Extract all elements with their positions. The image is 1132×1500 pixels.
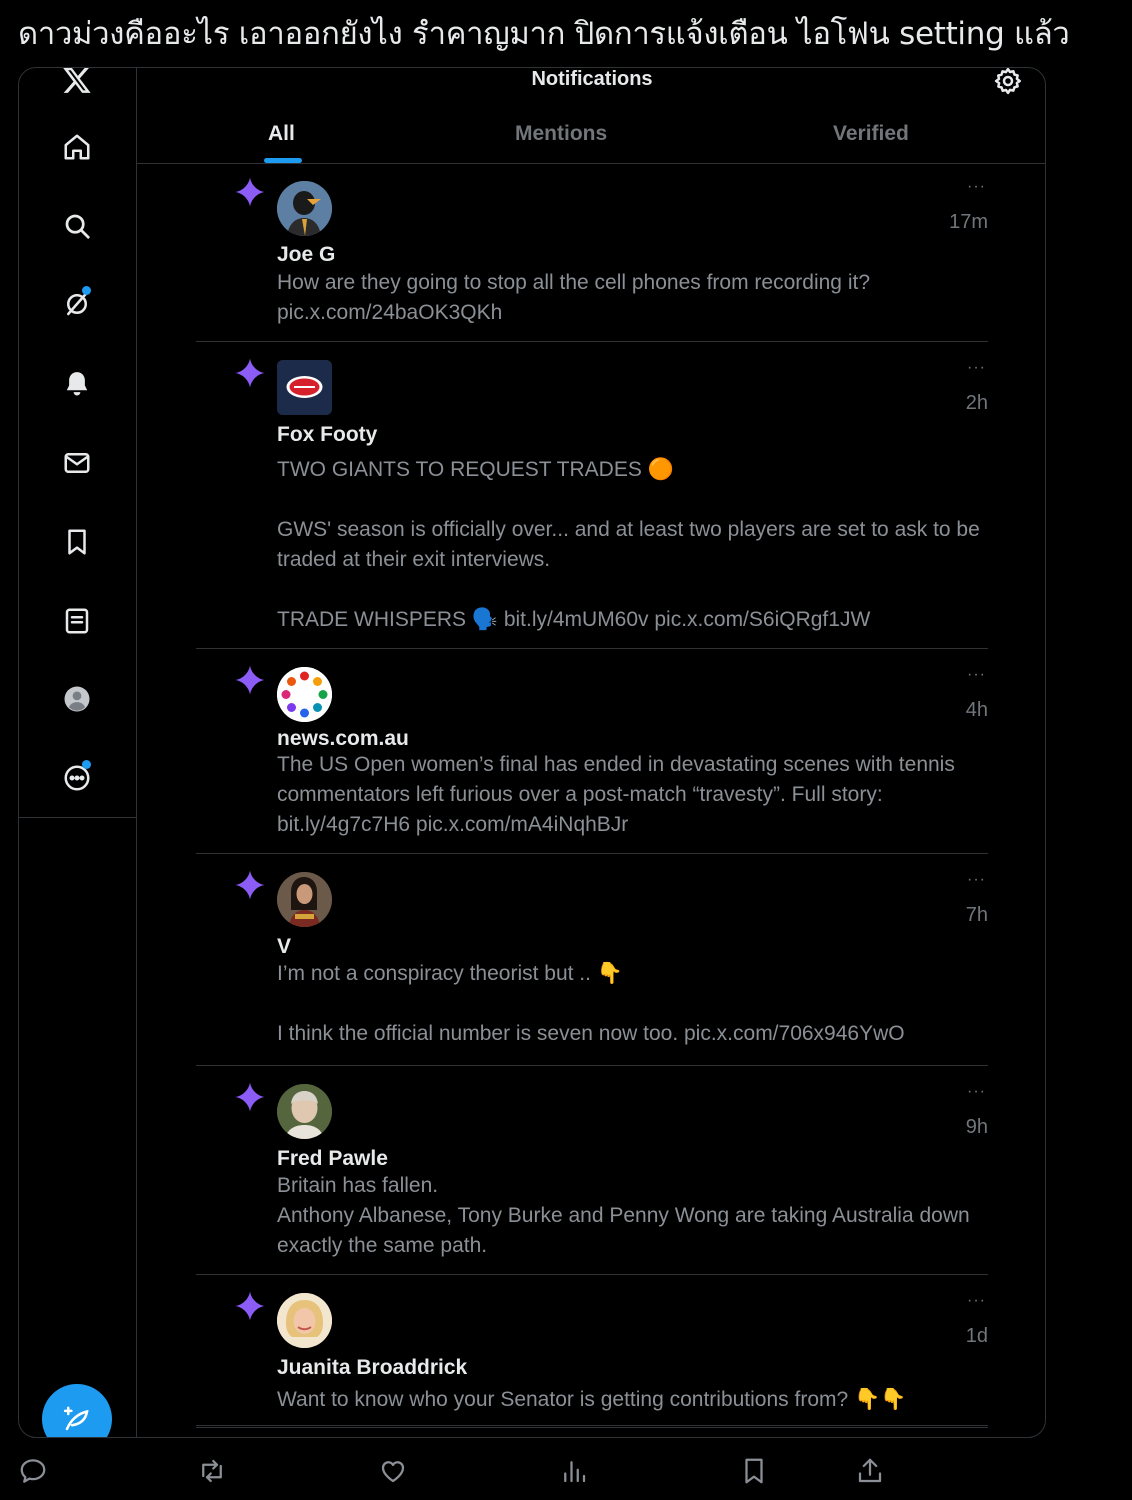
notification-text: Want to know who your Senator is getting…: [277, 1388, 907, 1411]
search-icon[interactable]: [57, 206, 97, 246]
x-logo-icon[interactable]: [57, 68, 97, 100]
tab-active-indicator: [264, 158, 302, 163]
more-options-icon[interactable]: ···: [967, 871, 986, 889]
avatar[interactable]: [277, 360, 332, 415]
repost-icon[interactable]: [197, 1456, 231, 1490]
notification-item[interactable]: ··· 7h V I’m not a conspiracy theorist b…: [196, 855, 988, 1066]
timestamp: 9h: [965, 1116, 988, 1138]
notifications-icon[interactable]: [57, 364, 97, 404]
timestamp: 17m: [949, 211, 988, 233]
more-options-icon[interactable]: ···: [967, 1292, 986, 1310]
timestamp: 4h: [965, 699, 988, 721]
avatar[interactable]: [277, 1084, 332, 1139]
sparkle-icon: [235, 870, 265, 900]
notification-item[interactable]: ··· 4h news.com.au The US Open women’s f…: [196, 650, 988, 854]
page-title: Notifications: [531, 68, 653, 90]
notification-item[interactable]: ··· 1d Juanita Broaddrick Want to know w…: [196, 1276, 988, 1426]
more-options-icon[interactable]: ···: [967, 359, 986, 377]
more-options-icon[interactable]: ···: [967, 178, 986, 196]
compose-button[interactable]: [42, 1384, 112, 1437]
app-frame: Notifications All Mentions Verified ··· …: [18, 67, 1046, 1438]
author-name[interactable]: Fred Pawle: [277, 1147, 388, 1171]
notification-text: TWO GIANTS TO REQUEST TRADES 🟠 GWS' seas…: [277, 458, 980, 631]
more-options-icon[interactable]: ···: [967, 1083, 986, 1101]
notification-item[interactable]: ··· 9h Fred Pawle Britain has fallen. An…: [196, 1067, 988, 1275]
notification-text: How are they going to stop all the cell …: [277, 271, 870, 324]
share-icon[interactable]: [855, 1456, 889, 1490]
unread-dot: [82, 286, 91, 295]
more-icon[interactable]: [57, 758, 97, 798]
author-name[interactable]: Fox Footy: [277, 423, 377, 447]
notification-text: I’m not a conspiracy theorist but .. 👇 I…: [277, 962, 905, 1045]
sparkle-icon: [235, 177, 265, 207]
avatar[interactable]: [277, 872, 332, 927]
author-name[interactable]: V: [277, 935, 291, 959]
tab-all[interactable]: All: [268, 122, 295, 146]
bookmarks-icon[interactable]: [57, 522, 97, 562]
reply-icon[interactable]: [18, 1456, 52, 1490]
avatar[interactable]: [277, 1293, 332, 1348]
messages-icon[interactable]: [57, 443, 97, 483]
like-icon[interactable]: [378, 1456, 412, 1490]
timestamp: 1d: [965, 1325, 988, 1347]
grok-icon[interactable]: [57, 284, 97, 324]
sparkle-icon: [235, 358, 265, 388]
more-options-icon[interactable]: ···: [967, 666, 986, 684]
list-divider: [196, 1427, 988, 1429]
notification-text: Britain has fallen. Anthony Albanese, To…: [277, 1174, 970, 1257]
sparkle-icon: [235, 1082, 265, 1112]
author-name[interactable]: Joe G: [277, 243, 335, 267]
avatar[interactable]: [277, 667, 332, 722]
settings-gear-icon[interactable]: [993, 68, 1023, 96]
notification-item[interactable]: ··· 2h Fox Footy TWO GIANTS TO REQUEST T…: [196, 343, 988, 649]
views-icon[interactable]: [559, 1456, 593, 1490]
author-name[interactable]: Juanita Broaddrick: [277, 1356, 467, 1380]
timestamp: 2h: [965, 392, 988, 414]
notification-text: The US Open women’s final has ended in d…: [277, 753, 955, 836]
profile-icon[interactable]: [57, 679, 97, 719]
tab-mentions[interactable]: Mentions: [515, 122, 607, 146]
sparkle-icon: [235, 1291, 265, 1321]
home-icon[interactable]: [57, 127, 97, 167]
sidebar-nav: [19, 68, 137, 818]
notifications-header: Notifications All Mentions Verified: [137, 68, 1045, 164]
bookmark-icon[interactable]: [739, 1456, 773, 1490]
notification-item[interactable]: ··· 17m Joe G How are they going to stop…: [196, 164, 988, 342]
avatar[interactable]: [277, 181, 332, 236]
tab-verified[interactable]: Verified: [833, 122, 909, 146]
sparkle-icon: [235, 665, 265, 695]
unread-dot: [82, 760, 91, 769]
sidebar-divider: [136, 818, 137, 1437]
author-name[interactable]: news.com.au: [277, 727, 409, 751]
lists-icon[interactable]: [57, 601, 97, 641]
timestamp: 7h: [965, 904, 988, 926]
post-action-bar: [0, 1448, 1132, 1500]
post-text: ดาวม่วงคืออะไร เอาออกยังไง รำคาญมาก ปิดก…: [18, 16, 1070, 52]
